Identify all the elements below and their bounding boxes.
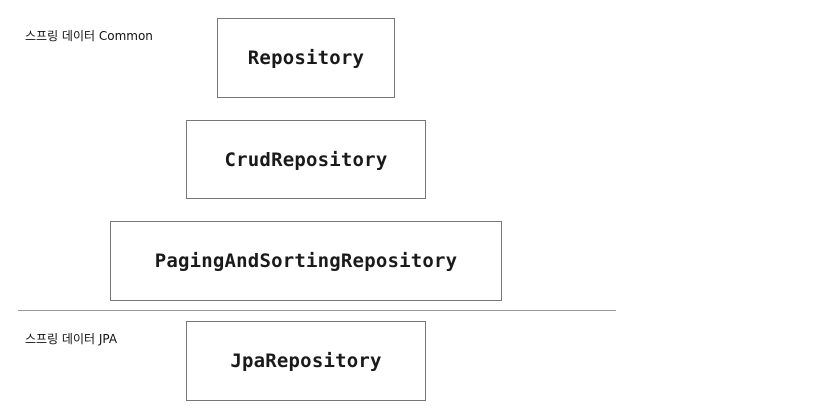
box-repository: Repository [217,18,395,98]
box-label-jpa-repository: JpaRepository [230,350,382,372]
section-label-jpa: 스프링 데이터 JPA [25,332,118,346]
box-label-paging-and-sorting-repository: PagingAndSortingRepository [154,250,458,272]
section-label-common: 스프링 데이터 Common [25,29,153,43]
box-crud-repository: CrudRepository [186,120,426,199]
box-jpa-repository: JpaRepository [186,321,426,401]
section-divider [18,310,616,311]
box-label-crud-repository: CrudRepository [224,148,388,171]
box-label-repository: Repository [247,47,365,69]
box-paging-and-sorting-repository: PagingAndSortingRepository [110,221,502,301]
